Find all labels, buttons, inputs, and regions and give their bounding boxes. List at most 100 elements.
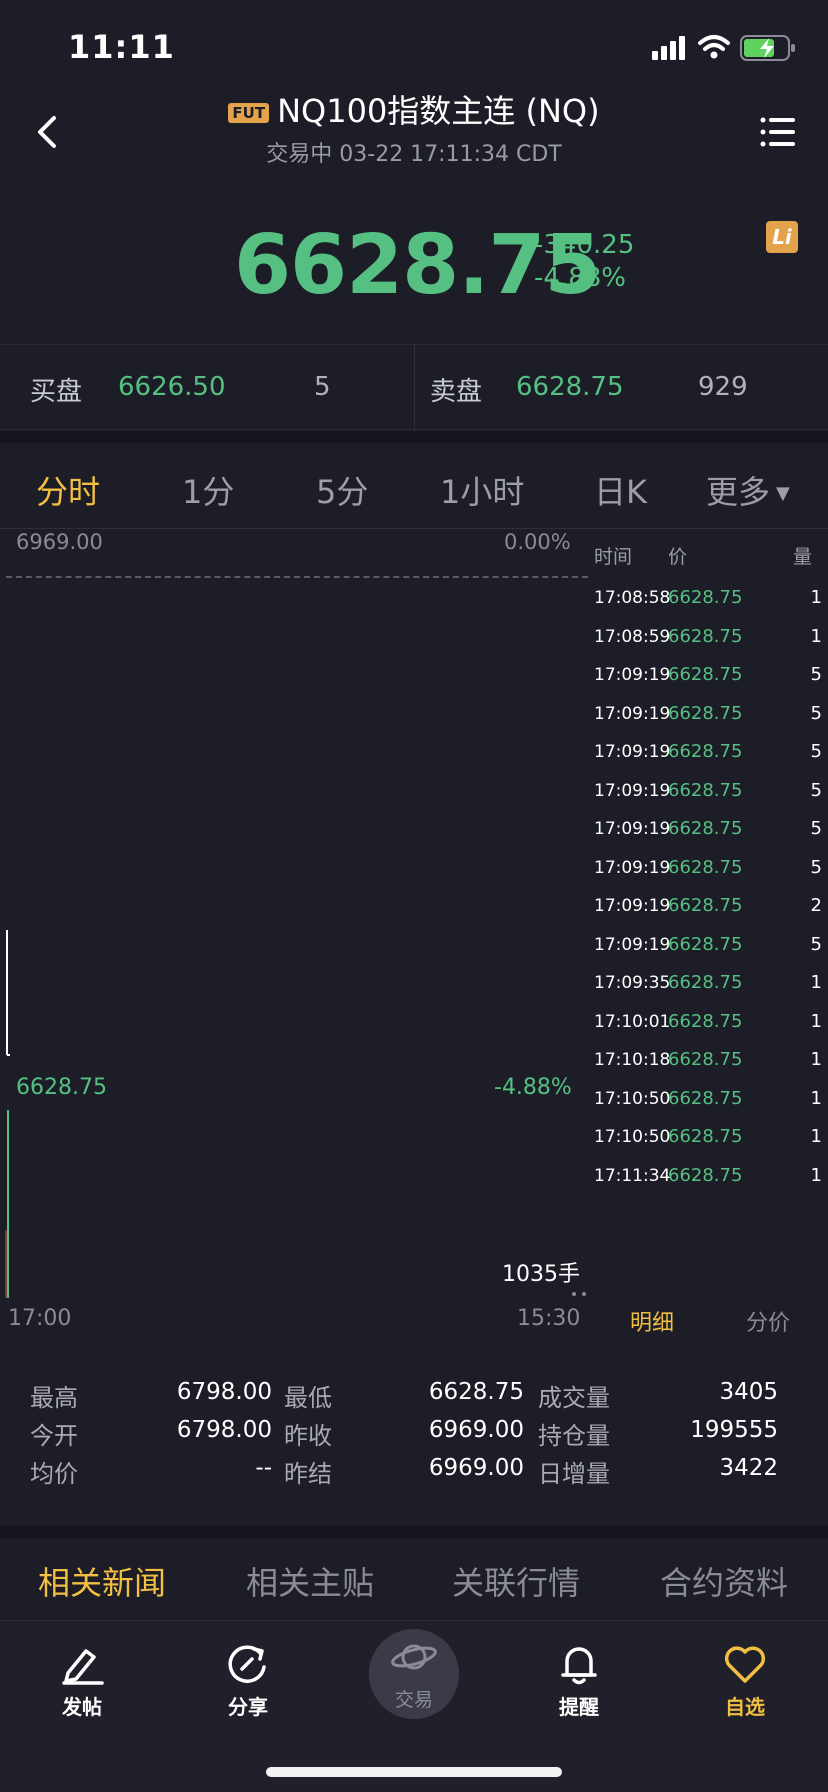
price-change: -340.25 bbox=[534, 230, 635, 260]
stat-label-prev-settle: 昨结 bbox=[284, 1460, 332, 1488]
trade-time: 17:10:50 bbox=[594, 1088, 671, 1109]
ask-label: 卖盘 bbox=[430, 377, 483, 407]
stat-open-interest: 199555 bbox=[690, 1417, 778, 1443]
nav-alert-label: 提醒 bbox=[559, 1695, 599, 1719]
header-volume: 量 bbox=[792, 546, 812, 568]
trade-volume: 1 bbox=[810, 1087, 822, 1109]
trade-price: 6628.75 bbox=[668, 1087, 743, 1109]
trade-price: 6628.75 bbox=[668, 587, 743, 608]
header-time: 时间 bbox=[594, 546, 633, 568]
chart-current-percent: -4.88% bbox=[494, 1075, 572, 1100]
nav-post-button[interactable]: 发帖 bbox=[27, 1643, 137, 1720]
tab-related-quotes[interactable]: 关联行情 bbox=[452, 1558, 580, 1604]
wifi-icon bbox=[698, 35, 730, 59]
header-price: 价 bbox=[668, 546, 688, 568]
trade-price: 6628.75 bbox=[668, 1126, 743, 1147]
stat-label-oi-change: 日增量 bbox=[538, 1460, 610, 1488]
trade-row: 17:10:50 6628.75 1 bbox=[590, 1081, 828, 1121]
menu-icon[interactable] bbox=[758, 112, 798, 152]
bid-ask-panel: 买盘 6626.50 5 卖盘 6628.75 929 bbox=[0, 344, 828, 431]
stat-low: 6628.75 bbox=[428, 1379, 524, 1405]
trade-price: 6628.75 bbox=[668, 933, 743, 955]
trade-row: 17:09:19 6628.75 5 bbox=[590, 734, 828, 774]
tab-more-label: 更多 bbox=[706, 473, 771, 511]
trade-price: 6628.75 bbox=[668, 664, 743, 685]
tab-price-distribution[interactable]: 分价 bbox=[746, 1305, 790, 1337]
stat-volume: 3405 bbox=[719, 1379, 778, 1405]
status-time: 11:11 bbox=[68, 28, 175, 66]
compose-icon bbox=[62, 1649, 104, 1685]
tab-related-news[interactable]: 相关新闻 bbox=[38, 1558, 166, 1604]
trade-time: 17:09:19 bbox=[594, 857, 671, 878]
trade-volume: 2 bbox=[810, 895, 822, 916]
stat-high: 6798.00 bbox=[176, 1379, 272, 1405]
chart-time-end: 15:30 bbox=[517, 1306, 581, 1331]
trade-time: 17:11:34 bbox=[594, 1165, 671, 1186]
trade-volume: 1 bbox=[810, 972, 822, 993]
stat-label-volume: 成交量 bbox=[538, 1384, 610, 1412]
trade-detail-list[interactable]: 时间 价 量 17:08:58 6628.75 1 17:08:59 6628.75 1 1… bbox=[590, 530, 828, 1336]
trade-row: 17:08:59 6628.75 1 bbox=[590, 619, 828, 659]
trade-volume: 5 bbox=[810, 664, 822, 685]
page-title: FUT NQ100指数主连 (NQ) bbox=[0, 86, 828, 132]
trade-volume: 1 bbox=[810, 1126, 822, 1147]
section-separator bbox=[0, 431, 828, 443]
nav-share-button[interactable]: 分享 bbox=[193, 1643, 303, 1720]
stat-label-open: 今开 bbox=[30, 1422, 78, 1450]
trade-time: 17:09:19 bbox=[594, 934, 671, 955]
nav-watchlist-button[interactable]: 自选 bbox=[690, 1643, 800, 1720]
trade-volume: 1 bbox=[810, 1049, 822, 1070]
chart-volume-label: 1035手 bbox=[502, 1262, 580, 1287]
trade-price: 6628.75 bbox=[668, 895, 743, 916]
trade-row: 17:10:50 6628.75 1 bbox=[590, 1119, 828, 1159]
tab-contract-info[interactable]: 合约资料 bbox=[660, 1558, 788, 1604]
nav-alert-button[interactable]: 提醒 bbox=[524, 1643, 634, 1720]
trade-price: 6628.75 bbox=[668, 1164, 743, 1186]
stat-prev-settle: 6969.00 bbox=[428, 1455, 524, 1481]
prev-close-line bbox=[6, 576, 588, 578]
tab-more[interactable]: 更多 ▼ bbox=[706, 467, 790, 513]
trade-price: 6628.75 bbox=[668, 818, 743, 839]
home-indicator bbox=[266, 1767, 562, 1777]
nav-trade-label: 交易 bbox=[394, 1689, 433, 1711]
battery-charging-icon bbox=[740, 35, 795, 61]
share-icon bbox=[228, 1645, 266, 1683]
bid-ask-divider bbox=[414, 345, 415, 431]
bid-label: 买盘 bbox=[30, 377, 83, 407]
trade-volume: 5 bbox=[810, 779, 822, 801]
tab-1hour[interactable]: 1小时 bbox=[440, 467, 524, 513]
tab-1min[interactable]: 1分 bbox=[182, 467, 234, 513]
trade-time: 17:10:01 bbox=[594, 1011, 671, 1032]
scroll-dot bbox=[582, 1292, 586, 1296]
intraday-chart[interactable]: 6969.00 0.00% 6628.75 -4.88% 1035手 17:00… bbox=[0, 530, 590, 1331]
tab-daily-k[interactable]: 日K bbox=[594, 467, 647, 513]
trade-row: 17:09:19 6628.75 5 bbox=[590, 696, 828, 736]
trade-time: 17:09:19 bbox=[594, 819, 671, 839]
tab-intraday[interactable]: 分时 bbox=[36, 467, 100, 513]
trade-volume: 1 bbox=[810, 625, 822, 647]
chart-top-price: 6969.00 bbox=[16, 530, 103, 554]
caret-down-icon: ▼ bbox=[776, 483, 790, 504]
quote-stats: 最高 6798.00 最低 6628.75 成交量 3405 今开 6798.0… bbox=[0, 1360, 828, 1510]
trade-time: 17:08:58 bbox=[594, 588, 671, 608]
stat-label-prev-close: 昨收 bbox=[284, 1422, 332, 1450]
stat-label-high: 最高 bbox=[30, 1384, 78, 1412]
trade-volume: 5 bbox=[810, 741, 822, 762]
trade-time: 17:10:18 bbox=[594, 1050, 671, 1070]
bid-volume: 5 bbox=[314, 372, 331, 402]
li-assistant-icon[interactable]: Li bbox=[766, 221, 798, 253]
tab-related-posts[interactable]: 相关主贴 bbox=[246, 1558, 374, 1604]
trade-row: 17:09:19 6628.75 5 bbox=[590, 927, 828, 967]
tab-trade-detail[interactable]: 明细 bbox=[630, 1305, 674, 1337]
tab-5min[interactable]: 5分 bbox=[316, 467, 368, 513]
scroll-dot bbox=[572, 1292, 576, 1296]
trade-time: 17:09:19 bbox=[594, 896, 671, 916]
trade-price: 6628.75 bbox=[668, 779, 743, 801]
stat-avg: -- bbox=[255, 1455, 272, 1481]
bid-price: 6626.50 bbox=[118, 372, 226, 402]
trade-time: 17:09:19 bbox=[594, 780, 671, 801]
trade-volume: 1 bbox=[810, 1164, 822, 1186]
trade-price: 6628.75 bbox=[668, 625, 743, 647]
chart-current-price: 6628.75 bbox=[16, 1075, 107, 1100]
chart-top-percent: 0.00% bbox=[504, 530, 571, 554]
